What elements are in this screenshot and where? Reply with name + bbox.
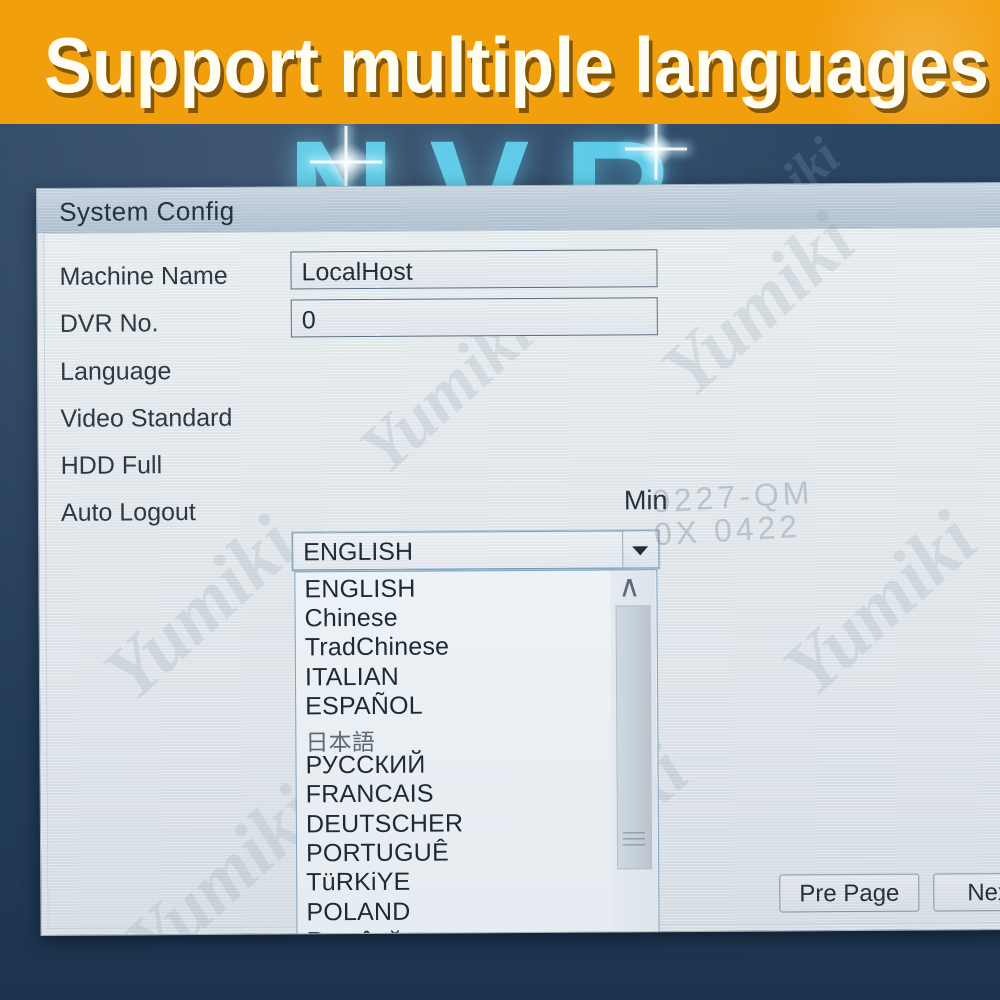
dvr-no-value: 0 [301,306,316,335]
banner-title: Support multiple languages [44,21,989,109]
dropdown-option[interactable]: DEUTSCHER [306,809,464,839]
dropdown-option[interactable]: FRANCAIS [306,780,434,810]
next-page-button[interactable]: Next P [933,872,1000,912]
watermark: Yumiki [86,499,313,717]
dropdown-option[interactable]: ITALIAN [305,663,399,693]
dropdown-option[interactable]: TüRKiYE [306,868,410,898]
dropdown-scrollbar[interactable]: ∧ ∨ [610,570,659,936]
field-label-auto-logout: Auto Logout [60,498,196,527]
machine-name-value: LocalHost [301,257,413,287]
machine-name-input[interactable]: LocalHost [290,249,658,290]
language-selected-value: ENGLISH [303,537,414,567]
scrollbar-thumb[interactable] [615,605,653,870]
next-page-label: Next P [967,879,1000,907]
pre-page-label: Pre Page [799,879,900,908]
scroll-up-icon[interactable]: ∧ [618,570,640,603]
dropdown-option[interactable]: ESPAÑOL [305,692,423,722]
pre-page-button[interactable]: Pre Page [779,873,920,913]
dvr-no-input[interactable]: 0 [290,297,658,338]
field-label-video-standard: Video Standard [60,403,233,433]
dropdown-option[interactable]: РУССКИЙ [305,751,425,781]
field-label-hdd-full: HDD Full [60,451,163,480]
dialog-title: System Config [59,195,235,227]
reflection-ghost-text: 0227-QM 0X 0422 [651,474,816,552]
promo-banner: Support multiple languages [0,0,1000,124]
language-dropdown-list[interactable]: ENGLISH Chinese TradChinese ITALIAN ESPA… [294,569,661,936]
field-label-dvr-no: DVR No. [59,309,159,338]
dropdown-option[interactable]: Chinese [305,604,398,634]
chevron-down-icon[interactable] [622,531,659,568]
dropdown-option[interactable]: TradChinese [305,632,450,662]
field-label-machine-name: Machine Name [59,261,228,291]
system-config-dialog: System Config Yumiki Yumiki Yumiki Yumik… [36,181,1000,936]
sparkle-glow [639,133,673,167]
auto-logout-unit-label: Min [623,485,668,516]
dropdown-option[interactable]: PORTUGUÊ [306,838,449,868]
dropdown-option[interactable]: ENGLISH [304,575,415,605]
language-combobox[interactable]: ENGLISH [292,530,660,571]
dialog-titlebar: System Config [37,182,1000,233]
field-label-language: Language [60,357,172,386]
dropdown-option[interactable]: POLAND [306,898,410,928]
sparkle-glow [326,142,368,184]
